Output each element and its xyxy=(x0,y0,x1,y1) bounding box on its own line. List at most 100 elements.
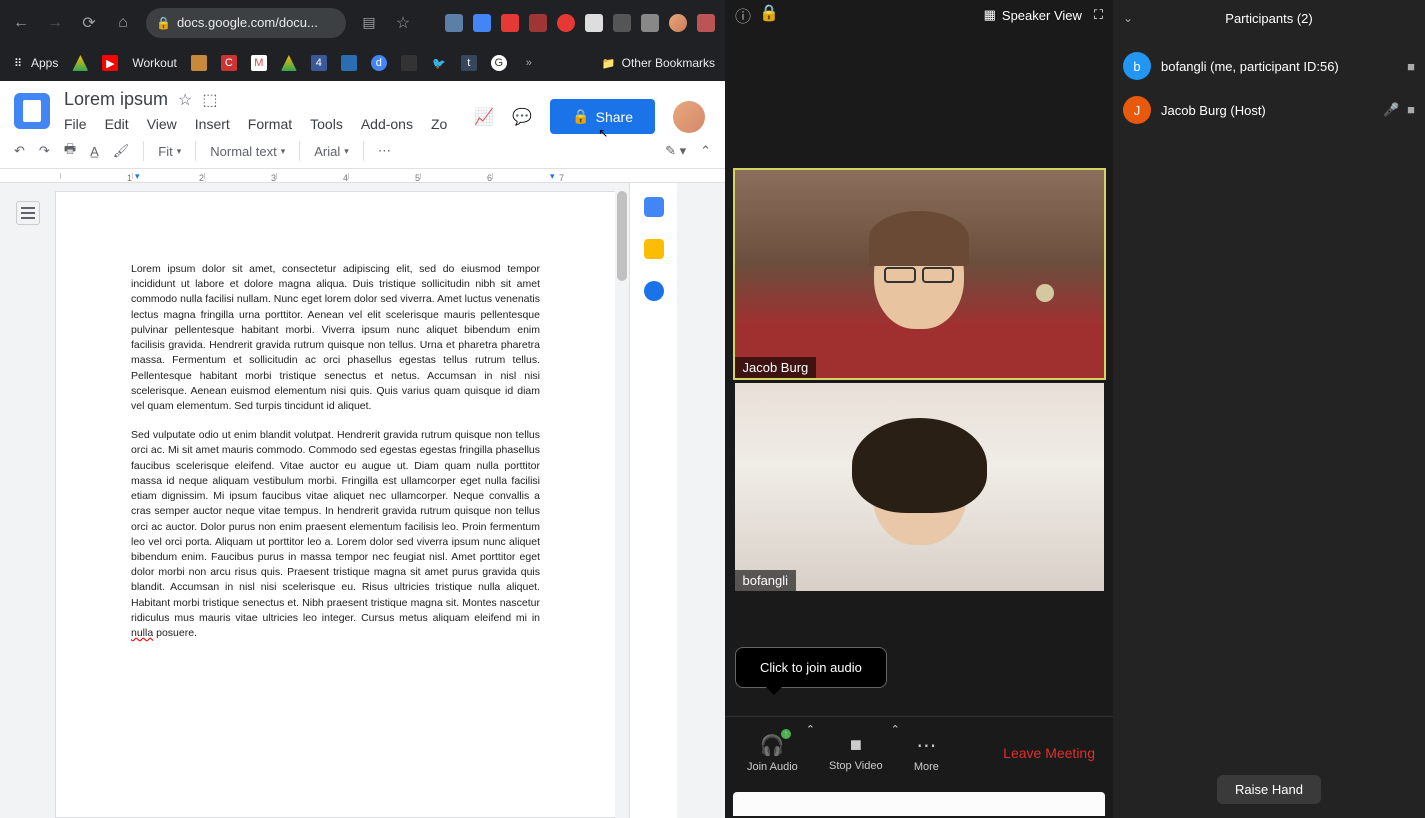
print-button[interactable]: 🖶 xyxy=(64,140,76,162)
participant-row[interactable]: J Jacob Burg (Host) 🎤 ■ xyxy=(1123,88,1415,132)
style-dropdown[interactable]: Normal text xyxy=(210,144,285,159)
spellcheck-button[interactable]: A̲ xyxy=(90,144,99,159)
participant-avatar: b xyxy=(1123,52,1151,80)
video-options-caret[interactable]: ⌃ xyxy=(891,723,900,736)
ext-icon[interactable] xyxy=(529,14,547,32)
apps-button[interactable]: ⠿ Apps xyxy=(10,55,58,71)
video-tile-jacob[interactable]: Jacob Burg xyxy=(735,170,1104,378)
bookmark-icon[interactable] xyxy=(401,55,417,71)
menu-tools[interactable]: Tools xyxy=(310,116,343,132)
bookmark-workout[interactable]: Workout xyxy=(132,56,176,70)
scrollbar-thumb[interactable] xyxy=(617,191,627,281)
document-page[interactable]: Lorem ipsum dolor sit amet, consectetur … xyxy=(55,191,615,818)
menu-format[interactable]: Format xyxy=(248,116,292,132)
outline-toggle-icon[interactable] xyxy=(16,201,40,225)
indent-marker-icon[interactable]: ▾ xyxy=(550,171,555,182)
font-dropdown[interactable]: Arial xyxy=(314,144,349,159)
collapse-toolbar-button[interactable]: ⌃ xyxy=(700,143,711,159)
star-icon[interactable]: ☆ xyxy=(178,90,192,110)
fullscreen-icon[interactable]: ⛶ xyxy=(1094,7,1103,23)
editing-mode-button[interactable]: ✎ ▾ xyxy=(665,143,686,159)
speaker-view-button[interactable]: ▦ Speaker View xyxy=(984,7,1082,23)
bookmark-icon[interactable]: t xyxy=(461,55,477,71)
ext-icon[interactable] xyxy=(641,14,659,32)
ext-icon[interactable] xyxy=(445,14,463,32)
menu-zoom[interactable]: Zo xyxy=(431,116,447,132)
bookmark-icon[interactable] xyxy=(281,55,297,71)
profile-avatar[interactable] xyxy=(669,14,687,32)
info-icon[interactable]: ⓘ xyxy=(735,3,751,27)
paragraph: Sed vulputate odio ut enim blandit volut… xyxy=(131,428,540,641)
ruler[interactable]: ▾ 1 2 3 4 5 6 7 ▾ xyxy=(0,169,725,183)
tooltip-text: Click to join audio xyxy=(760,660,862,675)
more-toolbar-button[interactable]: ⋯ xyxy=(378,143,391,159)
audio-options-caret[interactable]: ⌃ xyxy=(806,723,815,736)
reader-icon[interactable]: ▤ xyxy=(358,12,380,34)
more-button[interactable]: ⋯ More xyxy=(900,733,953,773)
chrome-nav-bar: ← → ⟳ ⌂ 🔒 docs.google.com/docu... ▤ ☆ xyxy=(0,0,725,45)
video-grid: Jacob Burg bofangli xyxy=(725,30,1113,716)
bookmark-icon[interactable]: G xyxy=(491,55,507,71)
paint-format-button[interactable]: 🖌 xyxy=(113,143,130,159)
menu-view[interactable]: View xyxy=(147,116,177,132)
grid-icon: ▦ xyxy=(984,7,996,23)
ext-icon[interactable] xyxy=(473,14,491,32)
forward-button[interactable]: → xyxy=(44,12,66,34)
back-button[interactable]: ← xyxy=(10,12,32,34)
indent-marker-icon[interactable]: ▾ xyxy=(135,171,140,182)
move-icon[interactable]: ⬚ xyxy=(202,90,217,110)
undo-button[interactable]: ↶ xyxy=(14,143,25,159)
keep-icon[interactable] xyxy=(644,239,664,259)
menu-insert[interactable]: Insert xyxy=(195,116,230,132)
bookmark-youtube-icon[interactable]: ▶ xyxy=(102,55,118,71)
encryption-icon[interactable]: 🔒 xyxy=(759,3,779,27)
star-icon[interactable]: ☆ xyxy=(392,12,414,34)
bookmark-icon[interactable]: d xyxy=(371,55,387,71)
activity-icon[interactable]: 📈 xyxy=(474,107,494,127)
share-button[interactable]: 🔒 Share ↖ xyxy=(550,99,655,134)
bookmark-icon[interactable]: C xyxy=(221,55,237,71)
headphones-icon: 🎧↑ xyxy=(760,733,785,758)
zoom-window: ⓘ 🔒 ▦ Speaker View ⛶ Jacob Burg xyxy=(725,0,1425,818)
calendar-icon[interactable] xyxy=(644,197,664,217)
ext-icon[interactable] xyxy=(557,14,575,32)
ext-icon[interactable] xyxy=(613,14,631,32)
docs-header: Lorem ipsum ☆ ⬚ File Edit View Insert Fo… xyxy=(0,81,725,134)
more-icon: ⋯ xyxy=(916,733,936,758)
url-bar[interactable]: 🔒 docs.google.com/docu... xyxy=(146,8,346,38)
bookmark-more-icon[interactable]: » xyxy=(521,55,537,71)
menu-addons[interactable]: Add-ons xyxy=(361,116,413,132)
bookmark-icon[interactable] xyxy=(191,55,207,71)
bookmark-icon[interactable]: 4 xyxy=(311,55,327,71)
bookmark-twitter-icon[interactable]: 🐦 xyxy=(431,55,447,71)
browser-window: ← → ⟳ ⌂ 🔒 docs.google.com/docu... ▤ ☆ ⠿ … xyxy=(0,0,725,818)
docs-logo-icon[interactable] xyxy=(14,93,50,129)
ext-icon[interactable] xyxy=(697,14,715,32)
button-label: More xyxy=(914,761,939,773)
reload-button[interactable]: ⟳ xyxy=(78,12,100,34)
bookmark-icon[interactable] xyxy=(341,55,357,71)
account-avatar[interactable] xyxy=(673,101,705,133)
bookmark-gmail-icon[interactable]: M xyxy=(251,55,267,71)
menu-file[interactable]: File xyxy=(64,116,87,132)
other-bookmarks[interactable]: 📁 Other Bookmarks xyxy=(601,55,715,71)
scrollbar[interactable] xyxy=(615,183,629,818)
home-button[interactable]: ⌂ xyxy=(112,12,134,34)
document-title[interactable]: Lorem ipsum xyxy=(64,89,168,110)
ext-icon[interactable] xyxy=(585,14,603,32)
comments-icon[interactable]: 💬 xyxy=(512,107,532,127)
chevron-down-icon[interactable]: ⌄ xyxy=(1123,11,1133,25)
participant-row[interactable]: b bofangli (me, participant ID:56) ■ xyxy=(1123,44,1415,88)
leave-meeting-button[interactable]: Leave Meeting xyxy=(1003,745,1105,761)
zoom-dropdown[interactable]: Fit xyxy=(158,144,181,159)
ext-icon[interactable] xyxy=(501,14,519,32)
menu-edit[interactable]: Edit xyxy=(105,116,129,132)
tasks-icon[interactable] xyxy=(644,281,664,301)
video-tile-bofangli[interactable]: bofangli xyxy=(735,383,1104,591)
redo-button[interactable]: ↷ xyxy=(39,143,50,159)
participant-avatar: J xyxy=(1123,96,1151,124)
raise-hand-button[interactable]: Raise Hand xyxy=(1217,775,1321,804)
join-audio-button[interactable]: 🎧↑ Join Audio xyxy=(733,733,812,773)
stop-video-button[interactable]: ■ Stop Video xyxy=(815,734,897,772)
bookmark-drive-icon[interactable] xyxy=(72,55,88,71)
